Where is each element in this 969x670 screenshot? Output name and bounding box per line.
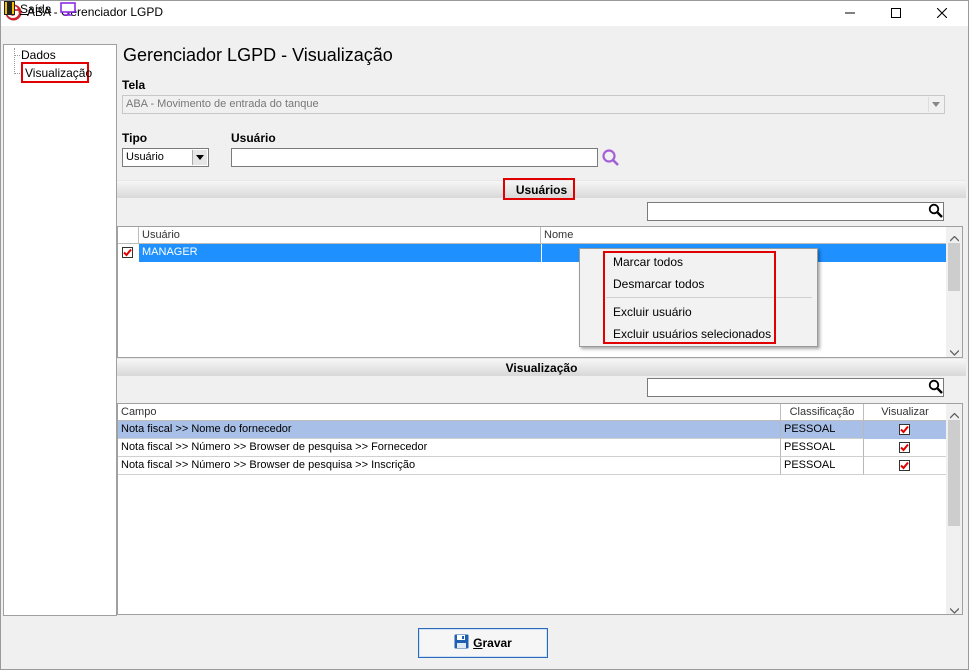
campo-cell: Nota fiscal >> Número >> Browser de pesq… — [118, 457, 781, 475]
column-header-usuario[interactable]: Usuário — [139, 227, 541, 244]
save-label-rest: ravar — [482, 636, 512, 650]
visualizar-checkbox[interactable] — [899, 442, 910, 453]
row-checkbox[interactable] — [122, 247, 133, 258]
column-divider — [541, 244, 542, 262]
tree-item-dados[interactable]: Dados — [21, 48, 56, 62]
chevron-down-icon[interactable] — [192, 150, 207, 165]
tree-connector — [14, 48, 15, 74]
visualizacao-section-title: Visualização — [505, 360, 578, 375]
scroll-thumb[interactable] — [948, 420, 960, 526]
visualizar-checkbox[interactable] — [899, 460, 910, 471]
column-header-visualizar[interactable]: Visualizar — [864, 404, 946, 421]
table-header-check — [118, 227, 139, 244]
scroll-thumb[interactable] — [948, 243, 960, 291]
highlight-box — [603, 251, 776, 344]
tree-connector — [14, 55, 20, 56]
tree-connector — [14, 73, 20, 74]
search-icon[interactable] — [928, 379, 944, 398]
column-header-classificacao[interactable]: Classificação — [781, 404, 864, 421]
search-icon[interactable] — [601, 148, 621, 171]
visualizacao-section-header: Visualização — [117, 358, 966, 376]
save-label: Gravar — [473, 636, 512, 650]
close-button[interactable] — [919, 0, 965, 26]
user-cell: MANAGER — [142, 246, 198, 258]
users-filter-input[interactable] — [647, 202, 944, 221]
classificacao-cell: PESSOAL — [781, 439, 864, 457]
menu-bar — [0, 26, 969, 44]
minimize-button[interactable] — [827, 0, 873, 26]
usuario-input[interactable] — [231, 148, 598, 167]
save-disk-icon — [454, 634, 469, 652]
tela-label: Tela — [122, 78, 146, 92]
search-icon[interactable] — [928, 203, 944, 222]
table-row[interactable] — [139, 244, 946, 262]
maximize-button[interactable] — [873, 0, 919, 26]
scroll-down-icon[interactable] — [949, 345, 960, 359]
page-title: Gerenciador LGPD - Visualização — [123, 45, 393, 65]
column-header-nome[interactable]: Nome — [541, 227, 946, 244]
menu-exit-label: aída — [28, 2, 52, 16]
menu-exit-accelerator: S — [20, 2, 29, 16]
column-header-campo[interactable]: Campo — [118, 404, 781, 421]
campo-cell: Nota fiscal >> Nome do fornecedor — [118, 421, 781, 439]
visualizar-checkbox[interactable] — [899, 424, 910, 435]
classificacao-cell: PESSOAL — [781, 421, 864, 439]
exit-door-icon[interactable] — [4, 1, 15, 15]
navigation-tree — [3, 44, 117, 616]
tela-select[interactable]: ABA - Movimento de entrada do tanque — [122, 95, 945, 114]
chevron-down-icon[interactable] — [928, 97, 943, 112]
menu-exit[interactable]: Saída — [20, 2, 51, 16]
campo-cell: Nota fiscal >> Número >> Browser de pesq… — [118, 439, 781, 457]
highlight-box — [503, 178, 575, 200]
classificacao-cell: PESSOAL — [781, 457, 864, 475]
save-button[interactable]: Gravar — [418, 628, 548, 658]
tree-item-visualizacao[interactable]: Visualização — [21, 62, 92, 83]
usuario-label: Usuário — [231, 131, 276, 145]
scroll-down-icon[interactable] — [949, 603, 960, 617]
monitor-icon[interactable] — [60, 2, 76, 19]
tipo-label: Tipo — [122, 131, 148, 145]
vis-filter-input[interactable] — [647, 378, 944, 397]
